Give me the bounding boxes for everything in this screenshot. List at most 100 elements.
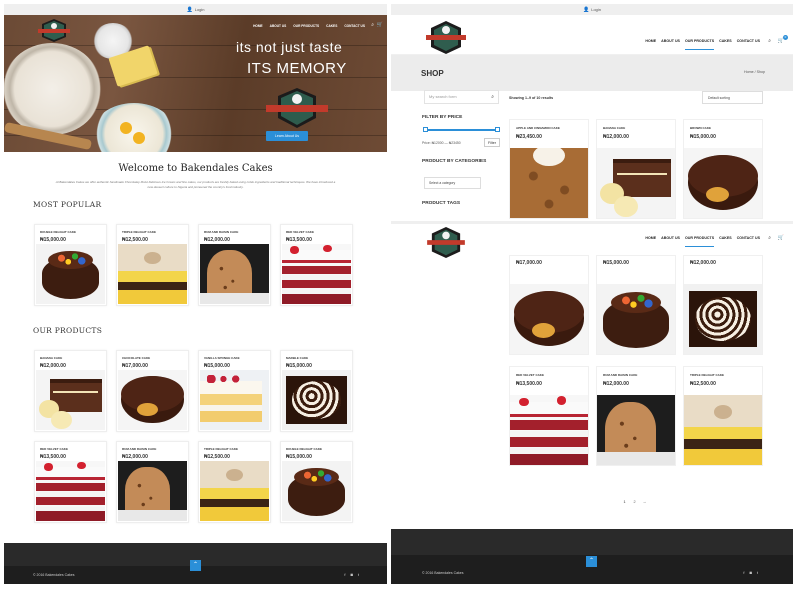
- nav-cakes[interactable]: CAKES: [326, 24, 337, 28]
- product-card[interactable]: RED VELVET CAKE ₦13,500.00: [34, 441, 107, 523]
- product-name[interactable]: RUM AND RAISIN CAKE: [122, 447, 188, 451]
- product-name[interactable]: BANANA CAKE: [603, 126, 675, 130]
- product-image[interactable]: [684, 284, 762, 354]
- page-2[interactable]: 2: [631, 499, 638, 506]
- product-image[interactable]: [36, 370, 105, 430]
- product-card[interactable]: BANANA CAKE ₦12,000.00: [34, 350, 107, 432]
- product-image[interactable]: [684, 395, 762, 465]
- product-name[interactable]: TRIPLE DELIGHT CAKE: [122, 230, 188, 234]
- product-name[interactable]: MARBLE CAKE: [286, 356, 352, 360]
- product-card[interactable]: DOUBLE DELIGHT CAKE ₦15,000.00: [34, 224, 107, 306]
- login-link[interactable]: Login: [591, 7, 601, 12]
- product-card[interactable]: TRIPLE DELIGHT CAKE ₦12,500.00: [116, 224, 189, 306]
- product-image[interactable]: [118, 461, 187, 521]
- product-card[interactable]: RUM AND RAISIN CAKE ₦12,000.00: [198, 224, 271, 306]
- product-card[interactable]: ₦12,000.00: [683, 255, 763, 355]
- search-input[interactable]: My search form ⌕: [424, 90, 499, 104]
- nav-about-us[interactable]: ABOUT US: [661, 39, 680, 50]
- search-icon[interactable]: ⌕: [491, 91, 494, 103]
- nav-about-us[interactable]: ABOUT US: [661, 236, 680, 247]
- brand-logo[interactable]: [426, 226, 466, 259]
- cart-icon[interactable]: 🛒: [778, 235, 784, 241]
- product-card[interactable]: CHOCOLATE CAKE ₦17,000.00: [116, 350, 189, 432]
- search-icon[interactable]: ⌕: [768, 235, 771, 241]
- product-name[interactable]: CHOCOLATE CAKE: [122, 356, 188, 360]
- product-name[interactable]: APPLE AND CINNAMON CAKE: [516, 126, 588, 130]
- product-image[interactable]: [200, 244, 269, 304]
- product-name[interactable]: RUM AND RAISIN CAKE: [603, 373, 675, 377]
- product-name[interactable]: RUM AND RAISIN CAKE: [204, 230, 270, 234]
- product-image[interactable]: [597, 148, 675, 218]
- product-name[interactable]: DOUBLE DELIGHT CAKE: [40, 230, 106, 234]
- search-icon[interactable]: ⌕: [768, 38, 771, 44]
- nav-cakes[interactable]: CAKES: [719, 236, 732, 247]
- price-min-handle[interactable]: [423, 127, 428, 132]
- product-image[interactable]: [118, 244, 187, 304]
- product-name[interactable]: TRIPLE DELIGHT CAKE: [690, 373, 762, 377]
- product-card[interactable]: BROWN CAKE ₦15,000.00: [683, 119, 763, 219]
- nav-home[interactable]: HOME: [645, 236, 656, 247]
- product-image[interactable]: [282, 244, 351, 304]
- product-image[interactable]: [200, 461, 269, 521]
- instagram-icon[interactable]: ◙: [350, 572, 352, 577]
- product-name[interactable]: RED VELVET CAKE: [516, 373, 588, 377]
- product-image[interactable]: [200, 370, 269, 430]
- product-image[interactable]: [510, 148, 588, 218]
- product-image[interactable]: [282, 370, 351, 430]
- nav-home[interactable]: HOME: [253, 24, 263, 28]
- nav-our-products[interactable]: OUR PRODUCTS: [684, 39, 715, 50]
- nav-contact-us[interactable]: CONTACT US: [737, 236, 760, 247]
- login-link[interactable]: Login: [195, 7, 205, 12]
- product-name[interactable]: RED VELVET CAKE: [40, 447, 106, 451]
- product-card[interactable]: ₦15,000.00: [596, 255, 676, 355]
- product-card[interactable]: MARBLE CAKE ₦15,000.00: [280, 350, 353, 432]
- product-card[interactable]: TRIPLE DELIGHT CAKE ₦12,500.00: [683, 366, 763, 466]
- scroll-to-top-button[interactable]: ⌃: [586, 556, 597, 567]
- page-1[interactable]: 1: [621, 499, 628, 506]
- product-image[interactable]: [118, 370, 187, 430]
- twitter-icon[interactable]: t: [358, 572, 359, 577]
- product-card[interactable]: BANANA CAKE ₦12,000.00: [596, 119, 676, 219]
- product-name[interactable]: BROWN CAKE: [690, 126, 762, 130]
- learn-about-us-button[interactable]: Learn About Us: [266, 131, 308, 141]
- nav-about-us[interactable]: ABOUT US: [270, 24, 287, 28]
- product-image[interactable]: [597, 284, 675, 354]
- nav-contact-us[interactable]: CONTACT US: [737, 39, 760, 50]
- price-max-handle[interactable]: [495, 127, 500, 132]
- category-select[interactable]: Select a category: [424, 177, 481, 189]
- nav-our-products[interactable]: OUR PRODUCTS: [684, 236, 715, 247]
- product-card[interactable]: APPLE AND CINNAMON CAKE ₦23,450.00: [509, 119, 589, 219]
- product-card[interactable]: DOUBLE DELIGHT CAKE ₦15,000.00: [280, 441, 353, 523]
- product-card[interactable]: RED VELVET CAKE ₦13,500.00: [280, 224, 353, 306]
- product-image[interactable]: [684, 148, 762, 218]
- scroll-to-top-button[interactable]: ⌃: [190, 560, 201, 571]
- nav-our-products[interactable]: OUR PRODUCTS: [293, 24, 319, 28]
- product-card[interactable]: RUM AND RAISIN CAKE ₦12,000.00: [596, 366, 676, 466]
- product-card[interactable]: ₦17,000.00: [509, 255, 589, 355]
- product-image[interactable]: [282, 461, 351, 521]
- instagram-icon[interactable]: ◙: [749, 570, 751, 575]
- product-image[interactable]: [597, 395, 675, 465]
- nav-home[interactable]: HOME: [645, 39, 656, 50]
- nav-contact-us[interactable]: CONTACT US: [344, 24, 365, 28]
- product-name[interactable]: VANILLA SPONGE CAKE: [204, 356, 270, 360]
- product-name[interactable]: TRIPLE DELIGHT CAKE: [204, 447, 270, 451]
- product-name[interactable]: DOUBLE DELIGHT CAKE: [286, 447, 352, 451]
- product-image[interactable]: [36, 244, 105, 304]
- facebook-icon[interactable]: f: [743, 570, 744, 575]
- filter-button[interactable]: Filter: [484, 138, 500, 147]
- sorting-select[interactable]: Default sorting: [702, 91, 763, 104]
- product-card[interactable]: VANILLA SPONGE CAKE ₦15,000.00: [198, 350, 271, 432]
- brand-logo[interactable]: [38, 18, 70, 43]
- product-image[interactable]: [510, 395, 588, 465]
- twitter-icon[interactable]: t: [757, 570, 758, 575]
- search-icon[interactable]: ⌕: [371, 22, 374, 28]
- nav-cakes[interactable]: CAKES: [719, 39, 732, 50]
- product-image[interactable]: [36, 461, 105, 521]
- brand-logo[interactable]: [426, 20, 466, 55]
- product-card[interactable]: RED VELVET CAKE ₦13,500.00: [509, 366, 589, 466]
- cart-icon[interactable]: 🛒: [377, 22, 383, 28]
- next-page[interactable]: →: [641, 499, 648, 506]
- price-range-slider[interactable]: [423, 127, 500, 132]
- product-card[interactable]: RUM AND RAISIN CAKE ₦12,000.00: [116, 441, 189, 523]
